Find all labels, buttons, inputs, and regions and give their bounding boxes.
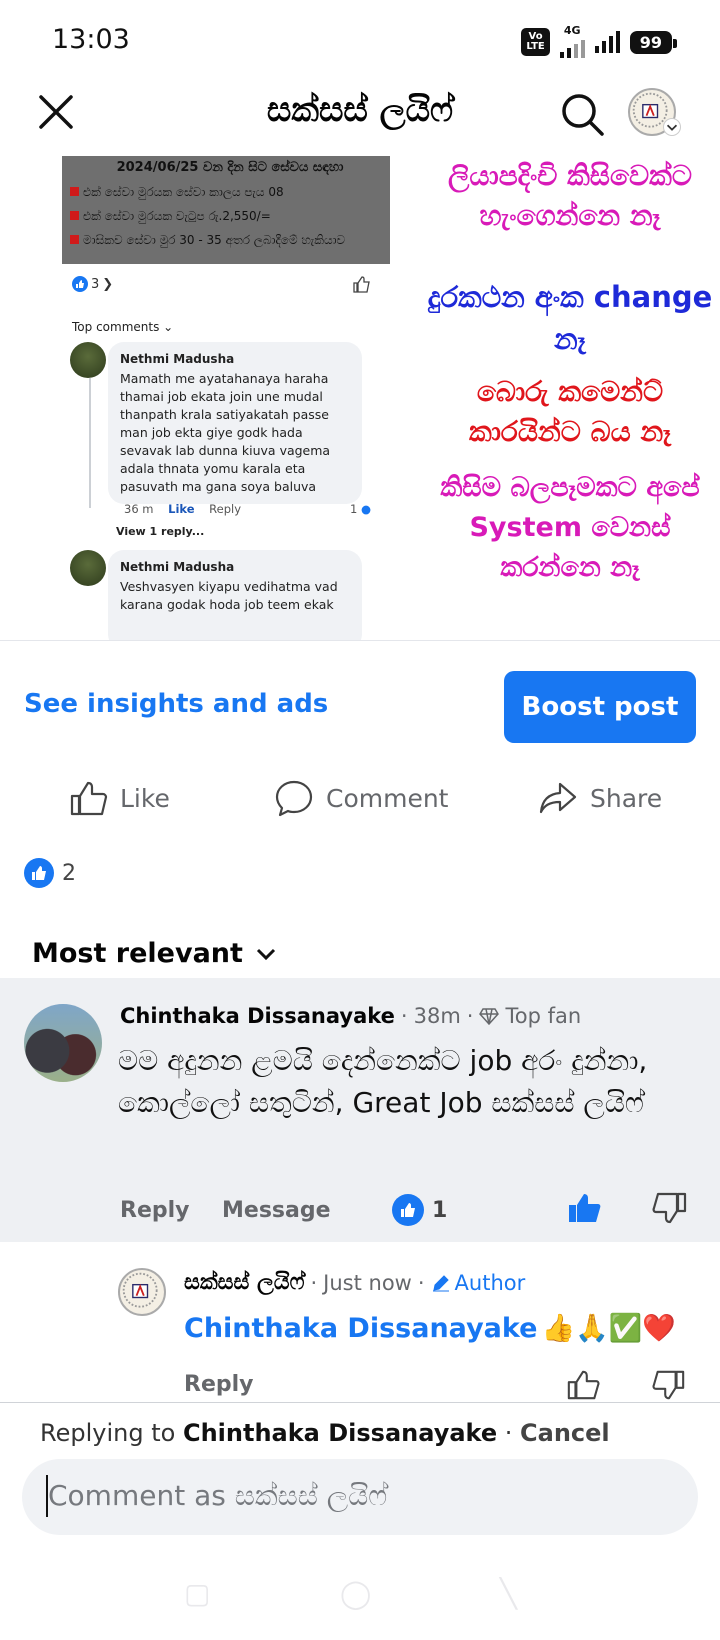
boost-post-button[interactable]: Boost post xyxy=(504,671,696,743)
comment-button[interactable]: Comment xyxy=(274,778,449,818)
comment-reply: සක්සස් ලයිෆ් · Just now · Author Chintha… xyxy=(0,1242,720,1402)
logo-icon xyxy=(122,1272,158,1308)
status-time: 13:03 xyxy=(52,24,130,55)
promo-text-2: දුරකථන අංක change නෑ xyxy=(427,280,713,356)
comment-reaction-count[interactable]: 1 xyxy=(392,1194,447,1226)
status-bar: 13:03 Vo LTE 4G 99 xyxy=(0,0,720,80)
diamond-icon xyxy=(479,1008,500,1025)
reply-text: Chinthaka Dissanayake 👍🙏✅❤️ xyxy=(184,1312,676,1345)
chevron-down-icon xyxy=(256,948,275,960)
reply-button[interactable]: Reply xyxy=(120,1198,190,1223)
volte-icon: Vo LTE xyxy=(521,28,550,56)
nav-recents-icon[interactable]: ╲ xyxy=(500,1577,517,1610)
thumbs-down-icon[interactable] xyxy=(652,1190,688,1226)
page-title: සක්සස් ලයිෆ් xyxy=(266,90,454,130)
comment-author[interactable]: Chinthaka Dissanayake xyxy=(120,1004,395,1028)
embedded-comment: Nethmi Madusha Veshvasyen kiyapu vedihat… xyxy=(108,550,362,640)
network-signal-icon: 4G xyxy=(559,25,585,58)
post-action-bar: Like Comment Share xyxy=(0,770,720,840)
embedded-reaction-count: 3 ❯ xyxy=(72,276,113,292)
see-insights-link[interactable]: See insights and ads xyxy=(24,689,328,719)
reply-button[interactable]: Reply xyxy=(184,1372,254,1397)
comment-input-placeholder: Comment as සක්සස් ලයිෆ් xyxy=(48,1479,388,1512)
thumbs-up-icon[interactable] xyxy=(566,1368,600,1402)
share-button[interactable]: Share xyxy=(538,778,662,818)
insights-row: See insights and ads Boost post xyxy=(0,640,720,743)
replying-to-name: Chinthaka Dissanayake xyxy=(182,1419,498,1447)
comment-sort-dropdown[interactable]: Most relevant xyxy=(32,938,279,969)
screenshot-notice: 2024/06/25 වන දින සිට සේවය සඳහා එක් සේවා… xyxy=(62,156,390,264)
app-header: සක්සස් ලයිෆ් xyxy=(0,80,720,150)
notice-line: 2024/06/25 වන දින සිට සේවය සඳහා xyxy=(116,160,344,175)
like-badge-icon xyxy=(392,1194,424,1226)
promo-text-3: බොරු කමෙන්ට් කාරයින්ට බය නෑ xyxy=(468,375,672,448)
thumbs-up-icon xyxy=(353,276,370,293)
replying-to-bar: Replying to Chinthaka Dissanayake · Canc… xyxy=(40,1419,610,1447)
embedded-comment: Nethmi Madusha Mamath me ayatahanaya har… xyxy=(108,342,362,504)
avatar xyxy=(70,550,106,586)
thread-line xyxy=(89,378,91,508)
comment-composer: Replying to Chinthaka Dissanayake · Canc… xyxy=(0,1402,720,1640)
comment: Chinthaka Dissanayake · 38m · Top fan මම… xyxy=(0,978,720,1242)
like-button[interactable]: Like xyxy=(68,778,170,818)
comment-text: මම අදුනන ළමයි දෙන්නෙක්ට job අරං දුන්නා, … xyxy=(118,1044,648,1119)
post-image[interactable]: 2024/06/25 වන දින සිට සේවය සඳහා එක් සේවා… xyxy=(0,150,720,640)
embedded-comment-meta: 36 m Like Reply xyxy=(124,502,242,516)
top-fan-badge: Top fan xyxy=(505,1004,582,1028)
like-badge-icon xyxy=(24,858,54,888)
thumbs-up-icon[interactable] xyxy=(566,1190,602,1226)
cancel-reply-button[interactable]: Cancel xyxy=(520,1419,610,1447)
reply-emojis: 👍🙏✅❤️ xyxy=(541,1313,676,1344)
top-comments-label: Top comments ⌄ xyxy=(72,320,174,334)
avatar[interactable] xyxy=(24,1004,102,1082)
nav-home-icon[interactable]: ◯ xyxy=(340,1577,371,1610)
thumbs-up-icon xyxy=(70,781,108,816)
pencil-icon xyxy=(432,1274,449,1291)
reply-author[interactable]: සක්සස් ලයිෆ් xyxy=(184,1270,304,1295)
notice-line: එක් සේවා මුරයක සේවා කාලය පැය 08 xyxy=(70,180,390,204)
signal-bars-icon xyxy=(594,31,620,53)
notice-line: මාසිකව සේවා මුර 30 - 35 අතර ලබාදීමේ හැකි… xyxy=(70,228,390,252)
promo-text-1: ලියාපදිංචි කිසිවෙක්ට හැංගෙන්නෙ නෑ xyxy=(447,159,693,232)
embedded-comment-reacts: 1 ● xyxy=(350,502,372,516)
notice-line: එක් සේවා මුරයක වැටුප රු.2,550/= xyxy=(70,204,390,228)
reply-header: සක්සස් ලයිෆ් · Just now · Author xyxy=(184,1270,526,1295)
nav-back-icon[interactable]: ▢ xyxy=(184,1577,210,1610)
comment-header: Chinthaka Dissanayake · 38m · Top fan xyxy=(120,1004,582,1028)
avatar[interactable] xyxy=(118,1268,166,1316)
chevron-down-icon[interactable] xyxy=(663,118,681,136)
message-button[interactable]: Message xyxy=(222,1198,331,1223)
status-icons: Vo LTE 4G 99 xyxy=(521,25,678,58)
author-badge: Author xyxy=(431,1271,525,1295)
comment-time: 38m xyxy=(413,1004,461,1028)
search-icon[interactable] xyxy=(558,90,606,138)
battery-icon: 99 xyxy=(629,30,678,54)
comment-input[interactable]: Comment as සක්සස් ලයිෆ් xyxy=(22,1459,698,1535)
mention-link[interactable]: Chinthaka Dissanayake xyxy=(184,1313,537,1344)
avatar xyxy=(70,342,106,378)
like-badge-icon xyxy=(72,276,88,292)
promo-text-4: කිසිම බලපෑමකට අපේ System වෙනස් කරන්නෙ නෑ xyxy=(440,472,700,583)
post-like-count[interactable]: 2 xyxy=(24,858,76,888)
reply-time: Just now xyxy=(323,1270,412,1295)
share-icon xyxy=(539,782,577,814)
comment-icon xyxy=(275,780,313,817)
view-reply-link: View 1 reply... xyxy=(116,525,205,538)
thumbs-down-icon[interactable] xyxy=(652,1368,686,1402)
